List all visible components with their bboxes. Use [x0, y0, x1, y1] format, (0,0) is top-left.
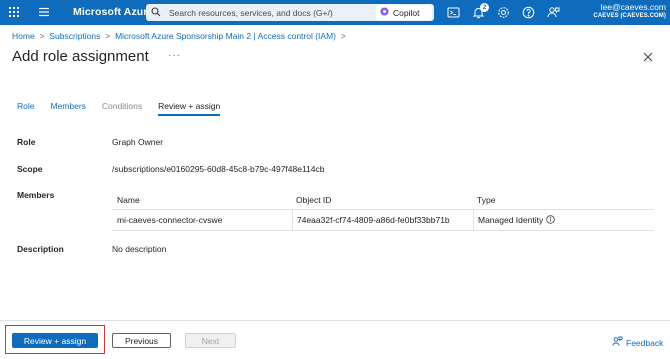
- cloud-shell-icon[interactable]: [447, 6, 460, 19]
- table-row: mi-caeves-connector-cvswe 74eaa32f-cf74-…: [112, 210, 654, 231]
- search-placeholder: Search resources, services, and docs (G+…: [169, 7, 333, 18]
- breadcrumb-separator: >: [341, 31, 346, 41]
- account-menu[interactable]: lee@caeves.com CAEVES (CAEVES.COM): [593, 3, 666, 21]
- breadcrumb-home[interactable]: Home: [12, 31, 35, 41]
- member-name: mi-caeves-connector-cvswe: [117, 215, 223, 225]
- feedback-label: Feedback: [626, 337, 664, 348]
- info-icon[interactable]: [546, 214, 555, 226]
- breadcrumb-access-control[interactable]: Microsoft Azure Sponsorship Main 2 | Acc…: [115, 31, 336, 41]
- member-type: Managed Identity: [478, 215, 544, 225]
- tab-conditions[interactable]: Conditions: [102, 101, 142, 116]
- previous-button[interactable]: Previous: [112, 333, 171, 348]
- scope-label: Scope: [17, 164, 43, 174]
- copilot-icon: [380, 7, 389, 18]
- settings-icon[interactable]: [497, 6, 510, 19]
- breadcrumb-subscriptions[interactable]: Subscriptions: [49, 31, 100, 41]
- help-icon[interactable]: [522, 6, 535, 19]
- feedback-link[interactable]: Feedback: [612, 336, 663, 349]
- column-type-header: Type: [477, 194, 496, 205]
- feedback-icon: [612, 336, 623, 349]
- role-value: Graph Owner: [112, 137, 164, 147]
- member-object-id: 74eaa32f-cf74-4809-a86d-fe0bf33bb71b: [292, 210, 473, 230]
- members-table: Name Object ID Type mi-caeves-connector-…: [112, 190, 654, 231]
- top-bar: Microsoft Azure Search resources, servic…: [0, 0, 670, 25]
- copilot-label: Copilot: [393, 7, 420, 18]
- breadcrumb-separator: >: [105, 31, 111, 41]
- tab-role[interactable]: Role: [17, 101, 34, 116]
- column-name-header: Name: [117, 194, 140, 205]
- role-label: Role: [17, 137, 36, 147]
- breadcrumb: Home > Subscriptions > Microsoft Azure S…: [12, 31, 346, 41]
- brand-title[interactable]: Microsoft Azure: [73, 6, 153, 18]
- tab-review-assign[interactable]: Review + assign: [158, 101, 221, 116]
- more-options-button[interactable]: ···: [168, 50, 181, 61]
- scope-value: /subscriptions/e0160295-60d8-45c8-b79c-4…: [112, 164, 325, 174]
- search-box[interactable]: Search resources, services, and docs (G+…: [146, 4, 434, 21]
- account-email: lee@caeves.com: [600, 2, 666, 12]
- feedback-person-icon[interactable]: [547, 6, 560, 19]
- next-button[interactable]: Next: [185, 333, 236, 348]
- description-label: Description: [17, 244, 64, 254]
- page-title: Add role assignment: [12, 48, 149, 65]
- account-tenant: CAEVES (CAEVES.COM): [593, 13, 666, 19]
- notification-badge: 2: [480, 3, 489, 12]
- footer-divider: [0, 320, 670, 321]
- breadcrumb-separator: >: [39, 31, 45, 41]
- waffle-icon[interactable]: [8, 6, 20, 18]
- wizard-tabs: Role Members Conditions Review + assign: [17, 101, 221, 116]
- hamburger-icon[interactable]: [38, 7, 50, 17]
- table-header: Name Object ID Type: [112, 190, 654, 210]
- members-label: Members: [17, 190, 55, 200]
- member-type-cell: Managed Identity: [473, 210, 654, 230]
- close-icon[interactable]: [642, 51, 654, 63]
- tab-members[interactable]: Members: [50, 101, 85, 116]
- review-assign-button[interactable]: Review + assign: [12, 333, 98, 348]
- column-object-id-header: Object ID: [296, 194, 332, 205]
- search-icon: [151, 6, 165, 19]
- copilot-button[interactable]: Copilot: [376, 5, 432, 20]
- description-value: No description: [112, 244, 167, 254]
